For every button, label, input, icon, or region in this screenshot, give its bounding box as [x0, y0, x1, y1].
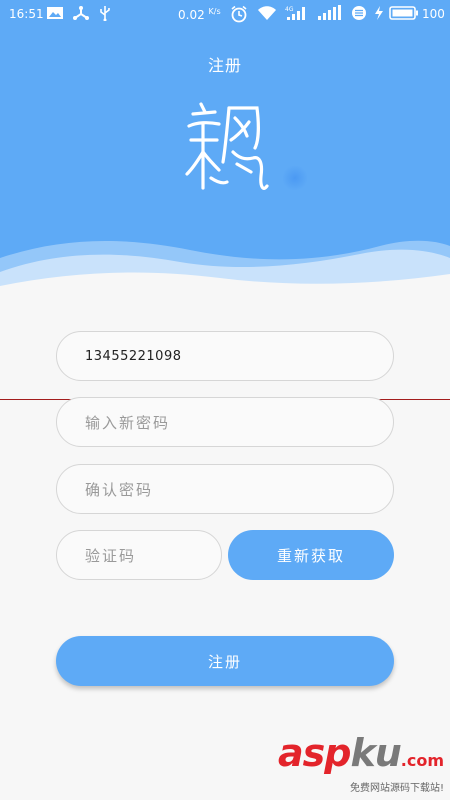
status-time: 16:51	[9, 7, 44, 21]
wifi-icon	[258, 6, 276, 20]
network-type: 4G	[285, 6, 294, 13]
header: 16:51 0.02 K/s 4G 100 注册	[0, 0, 450, 300]
confirm-password-input[interactable]: 确认密码	[56, 464, 394, 514]
watermark-brand-asp: asp	[277, 731, 351, 775]
charging-icon	[375, 6, 383, 20]
alarm-icon	[231, 5, 247, 23]
signal-4g-icon: 4G	[285, 6, 305, 20]
watermark-brand-com: .com	[400, 751, 444, 770]
watermark-tagline: 免费网站源码下载站!	[349, 783, 444, 794]
new-password-input[interactable]: 输入新密码	[56, 397, 394, 447]
page-title: 注册	[207, 56, 242, 75]
network-speed-unit: K/s	[208, 7, 221, 16]
usb-icon	[100, 6, 110, 21]
gallery-icon	[47, 7, 63, 19]
status-bar: 16:51 0.02 K/s 4G 100	[0, 0, 450, 28]
logo-glow	[282, 165, 308, 191]
network-speed-value: 0.02	[178, 8, 205, 22]
register-button[interactable]: 注册	[56, 636, 394, 686]
signal-icon	[318, 5, 341, 20]
resend-code-button[interactable]: 重新获取	[228, 530, 394, 580]
battery-icon	[389, 6, 418, 20]
logo-icon	[185, 102, 269, 190]
watermark-brand: aspku.com	[278, 733, 444, 781]
verification-code-input[interactable]: 验证码	[56, 530, 222, 580]
data-saver-icon	[352, 6, 366, 20]
watermark-brand-ku: ku	[350, 731, 401, 775]
watermark: aspku.com 免费网站源码下载站!	[278, 733, 444, 794]
phone-input[interactable]: 13455221098	[56, 331, 394, 381]
battery-level: 100	[422, 7, 445, 21]
share-icon	[73, 6, 89, 20]
network-speed: 0.02 K/s	[178, 7, 221, 22]
